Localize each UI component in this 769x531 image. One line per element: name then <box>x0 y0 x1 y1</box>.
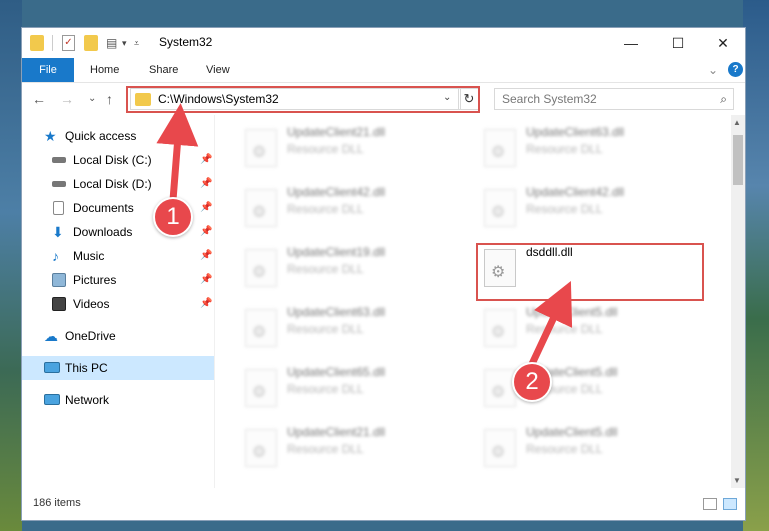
new-folder-icon[interactable] <box>84 35 98 51</box>
customize-quick-access-icon[interactable]: ⩡ <box>134 35 139 51</box>
scroll-up-icon[interactable]: ▲ <box>733 118 741 127</box>
network-icon <box>44 394 60 405</box>
dll-file-icon: ⚙ <box>245 129 277 167</box>
tab-file[interactable]: File <box>22 58 74 82</box>
vertical-scrollbar[interactable]: ▲ ▼ <box>731 115 745 488</box>
pin-icon[interactable]: 📌 <box>200 221 212 243</box>
pin-icon[interactable]: 📌 <box>200 269 212 291</box>
file-item[interactable]: ⚙ UpdateClient21.dll Resource DLL <box>237 123 447 171</box>
dll-file-icon: ⚙ <box>245 369 277 407</box>
pin-icon[interactable]: 📌 <box>200 293 212 315</box>
sidebar-item-videos[interactable]: Videos 📌 <box>52 293 214 315</box>
file-item[interactable]: ⚙ UpdateClient5.dll Resource DLL <box>476 303 686 351</box>
file-item[interactable]: ⚙ UpdateClient65.dll Resource DLL <box>237 363 447 411</box>
file-item[interactable]: ⚙ UpdateClient63.dll Resource DLL <box>237 303 447 351</box>
help-icon[interactable]: ? <box>728 62 743 77</box>
back-button[interactable]: ← <box>32 91 46 107</box>
search-placeholder: Search System32 <box>502 92 597 106</box>
title-bar: ✓ ▤ ▾ ⩡ System32 — ☐ ✕ <box>22 28 745 58</box>
separator <box>52 35 53 51</box>
step-badge-1: 1 <box>153 197 193 237</box>
file-item[interactable]: ⚙ UpdateClient42.dll Resource DLL <box>237 183 447 231</box>
search-input[interactable]: Search System32 ⌕ <box>494 88 734 110</box>
forward-button[interactable]: → <box>60 91 74 107</box>
sidebar-item-quick-access[interactable]: ★ Quick access <box>44 125 214 147</box>
computer-icon <box>44 362 60 373</box>
maximize-button[interactable]: ☐ <box>663 33 693 53</box>
ribbon-tabs: File Home Share View ⌄ ? <box>22 58 745 83</box>
tab-view[interactable]: View <box>206 58 230 82</box>
file-item[interactable]: ⚙ UpdateClient42.dll Resource DLL <box>476 183 686 231</box>
file-list: ⚙ UpdateClient21.dll Resource DLL ⚙ Upda… <box>215 115 730 488</box>
step-badge-2: 2 <box>512 362 552 402</box>
drive-icon <box>52 181 66 187</box>
status-bar: 186 items <box>22 488 745 520</box>
sidebar-item-local-disk-d[interactable]: Local Disk (D:) 📌 <box>52 173 214 195</box>
dll-file-icon: ⚙ <box>484 189 516 227</box>
expand-ribbon-icon[interactable]: ⌄ <box>708 58 718 82</box>
customize-toolbar-chevron-icon[interactable]: ▾ <box>122 35 127 51</box>
dll-file-icon: ⚙ <box>245 429 277 467</box>
drive-icon <box>52 157 66 163</box>
dll-file-icon: ⚙ <box>245 309 277 347</box>
address-highlight-box <box>126 86 480 113</box>
desktop-background-right <box>743 0 769 531</box>
file-item[interactable]: ⚙ UpdateClient63.dll Resource DLL <box>476 123 686 171</box>
desktop-background-left <box>0 0 22 531</box>
up-button[interactable]: ↑ <box>106 91 113 107</box>
sidebar-item-this-pc[interactable]: This PC <box>44 357 214 379</box>
videos-icon <box>52 297 66 311</box>
sidebar-item-network[interactable]: Network <box>44 389 214 411</box>
recent-locations-button[interactable]: ⌄ <box>88 93 96 104</box>
music-icon: ♪ <box>52 248 59 264</box>
pin-icon[interactable]: 📌 <box>200 173 212 195</box>
file-item[interactable]: ⚙ UpdateClient5.dll Resource DLL <box>476 363 686 411</box>
properties-icon[interactable]: ✓ <box>62 35 75 51</box>
sidebar-item-onedrive[interactable]: ☁ OneDrive <box>44 325 214 347</box>
dll-file-icon: ⚙ <box>245 189 277 227</box>
dll-file-icon: ⚙ <box>245 249 277 287</box>
cloud-icon: ☁ <box>44 328 58 344</box>
file-item[interactable]: ⚙ UpdateClient5.dll Resource DLL <box>476 423 686 471</box>
file-highlight-box <box>476 243 704 301</box>
view-options-icon[interactable]: ▤ <box>106 35 120 51</box>
star-icon: ★ <box>44 128 57 144</box>
dll-file-icon: ⚙ <box>484 129 516 167</box>
scrollbar-thumb[interactable] <box>733 135 743 185</box>
file-item[interactable]: ⚙ UpdateClient21.dll Resource DLL <box>237 423 447 471</box>
item-count: 186 items <box>33 497 81 509</box>
scroll-down-icon[interactable]: ▼ <box>733 476 741 485</box>
sidebar-item-pictures[interactable]: Pictures 📌 <box>52 269 214 291</box>
window-title: System32 <box>159 35 213 49</box>
close-button[interactable]: ✕ <box>708 33 738 53</box>
details-view-icon[interactable] <box>703 498 717 510</box>
pin-icon[interactable]: 📌 <box>200 149 212 171</box>
sidebar-item-music[interactable]: ♪ Music 📌 <box>52 245 214 267</box>
sidebar-item-local-disk-c[interactable]: Local Disk (C:) 📌 <box>52 149 214 171</box>
pin-icon[interactable]: 📌 <box>200 245 212 267</box>
large-icons-view-icon[interactable] <box>723 498 737 510</box>
dll-file-icon: ⚙ <box>484 369 516 407</box>
pin-icon[interactable]: 📌 <box>200 197 212 219</box>
tab-share[interactable]: Share <box>149 58 178 82</box>
dll-file-icon: ⚙ <box>484 429 516 467</box>
dll-file-icon: ⚙ <box>484 309 516 347</box>
folder-icon <box>30 35 44 51</box>
file-item[interactable]: ⚙ UpdateClient19.dll Resource DLL <box>237 243 447 291</box>
downloads-icon: ⬇ <box>52 224 64 240</box>
documents-icon <box>53 201 64 215</box>
navigation-pane: ★ Quick access Local Disk (C:) 📌 Local D… <box>22 115 215 488</box>
pictures-icon <box>52 273 66 287</box>
tab-home[interactable]: Home <box>90 58 119 82</box>
search-icon: ⌕ <box>720 92 727 106</box>
minimize-button[interactable]: — <box>616 33 646 53</box>
